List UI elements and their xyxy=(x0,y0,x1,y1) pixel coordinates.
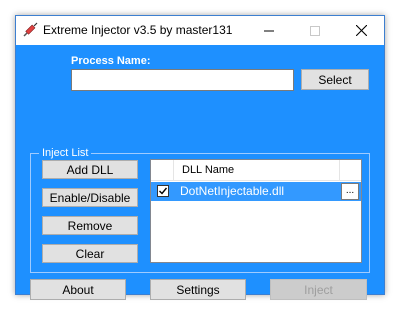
list-item[interactable]: DotNetInjectable.dll ... xyxy=(151,182,361,201)
clear-button[interactable]: Clear xyxy=(42,244,138,263)
checkmark-icon xyxy=(159,187,168,195)
window-title: Extreme Injector v3.5 by master131 xyxy=(43,23,233,37)
column-divider[interactable] xyxy=(339,160,340,180)
inject-list-title: Inject List xyxy=(39,147,92,159)
close-icon xyxy=(355,25,367,36)
about-button[interactable]: About xyxy=(30,279,126,300)
close-button[interactable] xyxy=(338,16,384,45)
minimize-icon xyxy=(264,30,274,31)
syringe-icon xyxy=(23,22,38,37)
process-name-input[interactable] xyxy=(71,69,294,91)
process-name-label: Process Name: xyxy=(71,55,151,67)
dll-name: DotNetInjectable.dll xyxy=(180,184,285,198)
title-bar[interactable]: Extreme Injector v3.5 by master131 xyxy=(16,16,384,45)
list-header: DLL Name xyxy=(151,160,361,181)
add-dll-button[interactable]: Add DLL xyxy=(42,160,138,179)
enable-disable-button[interactable]: Enable/Disable xyxy=(42,188,138,207)
enabled-checkbox[interactable] xyxy=(157,185,169,197)
remove-button[interactable]: Remove xyxy=(42,216,138,235)
inject-button[interactable]: Inject xyxy=(270,279,367,300)
settings-button[interactable]: Settings xyxy=(150,279,246,300)
select-process-button[interactable]: Select xyxy=(301,69,369,90)
minimize-button[interactable] xyxy=(246,16,292,45)
column-header-dll-name[interactable]: DLL Name xyxy=(182,164,234,176)
browse-button[interactable]: ... xyxy=(341,183,359,200)
maximize-button[interactable] xyxy=(292,16,338,45)
column-divider[interactable] xyxy=(173,160,174,180)
maximize-icon xyxy=(310,25,320,36)
main-window: Extreme Injector v3.5 by master131 Proce… xyxy=(15,15,385,300)
client-area: Process Name: Select Inject List Add DLL… xyxy=(16,45,384,300)
dll-list[interactable]: DLL Name DotNetInjectable.dll ... xyxy=(150,159,362,263)
